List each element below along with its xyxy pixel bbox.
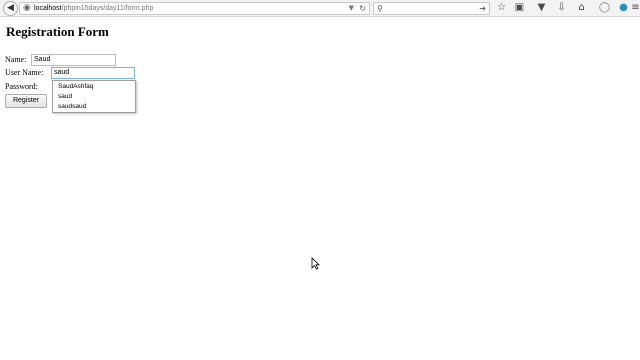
back-icon[interactable]: ◀ (3, 1, 18, 16)
mouse-pointer-icon (311, 257, 320, 270)
url-path: /phpin15days/day11/form.php (61, 5, 154, 12)
register-button[interactable]: Register (5, 94, 47, 108)
menu-icon[interactable]: ≡ (629, 1, 640, 14)
page-title: Registration Form (6, 24, 109, 39)
reload-icon[interactable]: ↻ (359, 3, 366, 14)
search-bar[interactable]: ⚲ ➜ (373, 2, 490, 15)
name-field[interactable]: Saud (31, 54, 116, 66)
autocomplete-item[interactable]: SaudAshfaq (58, 82, 93, 91)
browser-toolbar: ◀ ◉ localhost/phpin15days/day11/form.php… (0, 0, 640, 17)
dropdown-icon[interactable]: ▼ (349, 3, 354, 14)
username-label: User Name: (5, 68, 44, 77)
autocomplete-item[interactable]: saud (58, 92, 72, 101)
url-text: localhost/phpin15days/day11/form.php (34, 3, 153, 14)
autocomplete-item[interactable]: saudsaud (58, 102, 86, 111)
star-icon[interactable]: ☆ (495, 1, 508, 14)
shield-icon[interactable]: ◯ (598, 1, 611, 14)
autocomplete-dropdown: SaudAshfaq saud saudsaud (52, 80, 136, 113)
password-label: Password: (5, 82, 38, 91)
search-icon: ⚲ (377, 4, 383, 13)
url-host: localhost (34, 5, 62, 12)
url-bar[interactable]: ◉ localhost/phpin15days/day11/form.php ▼… (19, 2, 370, 15)
globe-icon: ◉ (23, 3, 31, 13)
pocket-icon[interactable]: ▼ (535, 1, 548, 14)
download-icon[interactable]: ⇩ (555, 1, 568, 14)
name-label: Name: (5, 55, 27, 64)
username-field[interactable]: saud (51, 67, 135, 79)
arrow-right-icon[interactable]: ➜ (479, 3, 486, 14)
home-icon[interactable]: ⌂ (575, 1, 588, 14)
clipboard-icon[interactable]: ▣ (513, 1, 526, 14)
